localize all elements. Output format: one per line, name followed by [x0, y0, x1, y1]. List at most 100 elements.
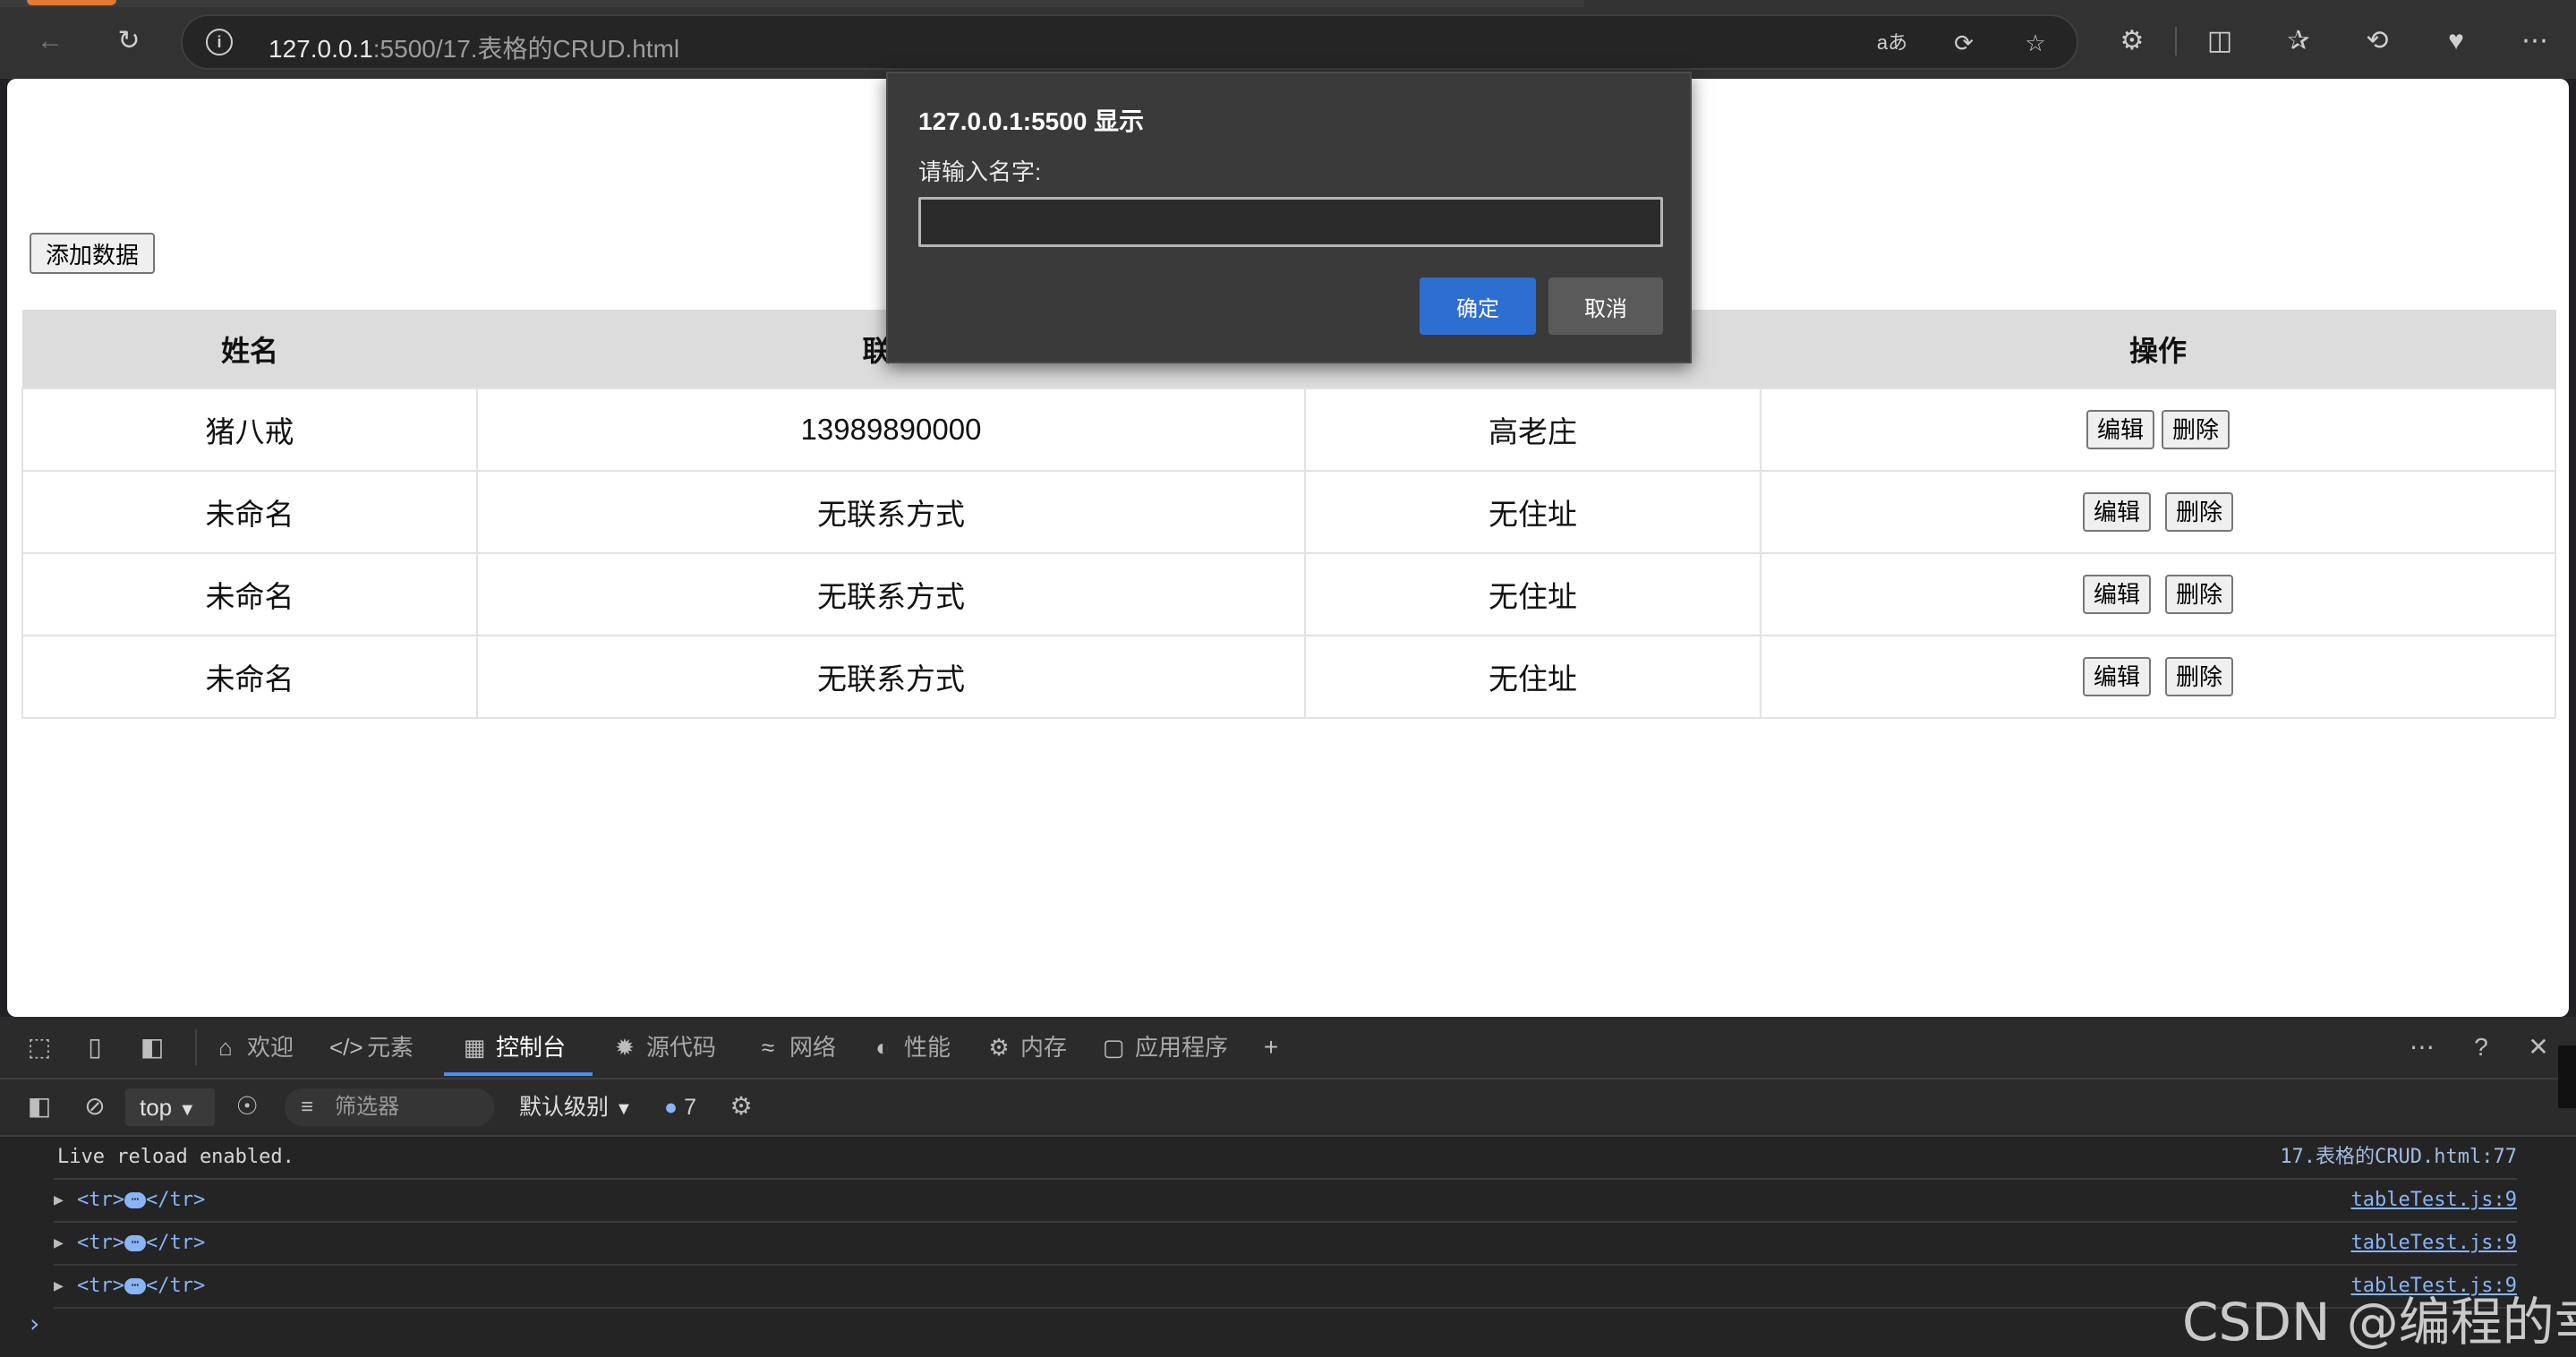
edit-button[interactable]: 编辑	[2086, 410, 2154, 449]
log-level-select[interactable]: 默认级别 ▼	[519, 1088, 633, 1126]
cell-actions: 编辑 删除	[1760, 552, 2556, 636]
tab-strip	[0, 0, 1584, 7]
message-count-badge[interactable]: ● 7	[664, 1088, 696, 1126]
table-row: 猪八戒 13989890000 高老庄 编辑 删除	[21, 388, 2556, 472]
add-data-button[interactable]: 添加数据	[30, 233, 155, 274]
tab-console[interactable]: ▦ 控制台	[458, 1029, 566, 1065]
filter-icon: ≡	[301, 1095, 314, 1119]
cell-address: 高老庄	[1304, 388, 1761, 472]
tab-performance[interactable]: ◐ 性能	[866, 1029, 951, 1065]
expand-triangle-icon[interactable]: ▶	[54, 1266, 64, 1307]
console-message: ▶ <tr> ⋯ </tr> tableTest.js:9	[54, 1223, 2517, 1266]
console-source-link[interactable]: tableTest.js:9	[2351, 1223, 2517, 1264]
close-icon[interactable]: ✕	[2522, 1031, 2555, 1063]
split-screen-icon[interactable]: ◫	[2202, 23, 2238, 59]
table-row: 未命名 无联系方式 无住址 编辑 删除	[21, 552, 2556, 636]
edit-button[interactable]: 编辑	[2082, 575, 2151, 614]
filter-input[interactable]: ≡ 筛选器	[285, 1088, 494, 1126]
favorites-icon[interactable]: ✰	[2281, 23, 2316, 59]
history-icon[interactable]: ⟲	[2359, 23, 2395, 59]
console-source-link[interactable]: 17.表格的CRUD.html:77	[2280, 1137, 2517, 1178]
header-name: 姓名	[21, 310, 478, 389]
console-node[interactable]: <tr> ⋯ </tr>	[77, 1266, 205, 1307]
console-message: ▶ <tr> ⋯ </tr> tableTest.js:9	[54, 1180, 2517, 1223]
edit-button[interactable]: 编辑	[2082, 657, 2151, 696]
cell-contact: 13989890000	[476, 388, 1306, 472]
address-bar[interactable]: i 127.0.0.1:5500/17.表格的CRUD.html aあ ⟳ ☆	[181, 14, 2078, 70]
clear-console-icon[interactable]: ⊘	[79, 1090, 111, 1122]
ellipsis-icon[interactable]: ⋯	[124, 1235, 146, 1251]
device-emulation-icon[interactable]: ▯	[79, 1031, 111, 1063]
cell-name: 未命名	[21, 470, 478, 554]
watermark: CSDN @编程的幸	[2182, 1292, 2576, 1353]
cell-actions: 编辑 删除	[1760, 635, 2556, 719]
cancel-button[interactable]: 取消	[1548, 277, 1663, 335]
read-aloud-icon[interactable]: aあ	[1876, 27, 1908, 59]
inspect-element-icon[interactable]: ⬚	[23, 1031, 55, 1063]
scrollbar[interactable]	[2558, 1045, 2576, 1108]
wifi-icon: ≈	[761, 1034, 775, 1061]
help-icon[interactable]: ?	[2465, 1031, 2497, 1063]
more-options-icon[interactable]: ⋯	[2406, 1031, 2438, 1063]
edge-copilot-icon[interactable]: ⟳	[1948, 27, 1980, 59]
ellipsis-icon[interactable]: ⋯	[124, 1278, 146, 1294]
dropdown-arrow-icon: ▼	[614, 1099, 633, 1119]
tabbar-divider	[195, 1029, 197, 1065]
cell-name: 未命名	[21, 635, 478, 719]
site-info-icon[interactable]: i	[206, 29, 233, 55]
url-text[interactable]: 127.0.0.1:5500/17.表格的CRUD.html	[269, 30, 679, 65]
browser-essentials-icon[interactable]: ♥	[2438, 23, 2474, 59]
delete-button[interactable]: 删除	[2162, 410, 2231, 449]
cell-contact: 无联系方式	[476, 635, 1306, 719]
chip-icon: ⚙	[988, 1034, 1010, 1061]
tab-elements[interactable]: </> 元素	[329, 1029, 414, 1065]
back-arrow-icon[interactable]: ←	[32, 23, 68, 59]
cell-actions: 编辑 删除	[1760, 470, 2556, 554]
name-input[interactable]	[918, 197, 1663, 247]
cell-address: 无住址	[1304, 635, 1761, 719]
console-node[interactable]: <tr> ⋯ </tr>	[77, 1223, 205, 1264]
console-message: ▶ <tr> ⋯ </tr> tableTest.js:9	[54, 1266, 2517, 1309]
sidebar-toggle-icon[interactable]: ◧	[23, 1090, 55, 1122]
cell-contact: 无联系方式	[476, 552, 1306, 636]
cell-name: 猪八戒	[21, 388, 478, 472]
tab-network[interactable]: ≈ 网络	[752, 1029, 836, 1065]
edit-button[interactable]: 编辑	[2082, 492, 2151, 532]
delete-button[interactable]: 删除	[2165, 492, 2234, 532]
expand-triangle-icon[interactable]: ▶	[54, 1223, 64, 1264]
cell-actions: 编辑 删除	[1760, 388, 2556, 472]
delete-button[interactable]: 删除	[2165, 575, 2234, 614]
ellipsis-icon[interactable]: ⋯	[124, 1192, 146, 1208]
cell-address: 无住址	[1304, 552, 1761, 636]
context-select[interactable]: top ▼	[125, 1088, 215, 1126]
extensions-icon[interactable]: ⚙	[2114, 23, 2150, 59]
refresh-icon[interactable]: ↻	[111, 23, 147, 59]
active-tab-indicator[interactable]	[27, 0, 116, 5]
console-source-link[interactable]: tableTest.js:9	[2351, 1180, 2517, 1221]
live-expression-eye-icon[interactable]: ☉	[231, 1090, 263, 1122]
console-message: Live reload enabled. 17.表格的CRUD.html:77	[54, 1137, 2517, 1180]
tab-application[interactable]: ▢ 应用程序	[1097, 1029, 1228, 1065]
add-tab-icon[interactable]: +	[1255, 1031, 1287, 1063]
header-actions: 操作	[1760, 310, 2556, 389]
more-menu-icon[interactable]: ⋯	[2517, 23, 2553, 59]
tab-sources[interactable]: ✹ 源代码	[609, 1029, 716, 1065]
devtools-tabbar: ⬚ ▯ ◧ ⌂ 欢迎 </> 元素 ▦ 控制台 ✹ 源代码 ≈ 网络 ◐ 性能 ⚙ 内存 ▢ 应…	[0, 1017, 2576, 1080]
cell-contact: 无联系方式	[476, 470, 1306, 554]
delete-button[interactable]: 删除	[2165, 657, 2234, 696]
console-icon: ▦	[463, 1034, 486, 1061]
app-icon: ▢	[1102, 1034, 1125, 1061]
expand-triangle-icon[interactable]: ▶	[54, 1180, 64, 1221]
console-prompt-icon[interactable]: ›	[27, 1309, 42, 1338]
console-node[interactable]: <tr> ⋯ </tr>	[77, 1180, 205, 1221]
console-settings-gear-icon[interactable]: ⚙	[725, 1090, 757, 1122]
prompt-dialog: 127.0.0.1:5500 显示 请输入名字: 确定 取消	[886, 72, 1692, 363]
tab-welcome[interactable]: ⌂ 欢迎	[209, 1029, 294, 1065]
tab-memory[interactable]: ⚙ 内存	[983, 1029, 1067, 1065]
dock-side-icon[interactable]: ◧	[136, 1031, 168, 1063]
ok-button[interactable]: 确定	[1420, 277, 1536, 335]
bug-icon: ✹	[615, 1034, 635, 1061]
dropdown-arrow-icon: ▼	[178, 1100, 197, 1120]
favorite-star-icon[interactable]: ☆	[2019, 27, 2051, 59]
gauge-icon: ◐	[875, 1034, 890, 1061]
